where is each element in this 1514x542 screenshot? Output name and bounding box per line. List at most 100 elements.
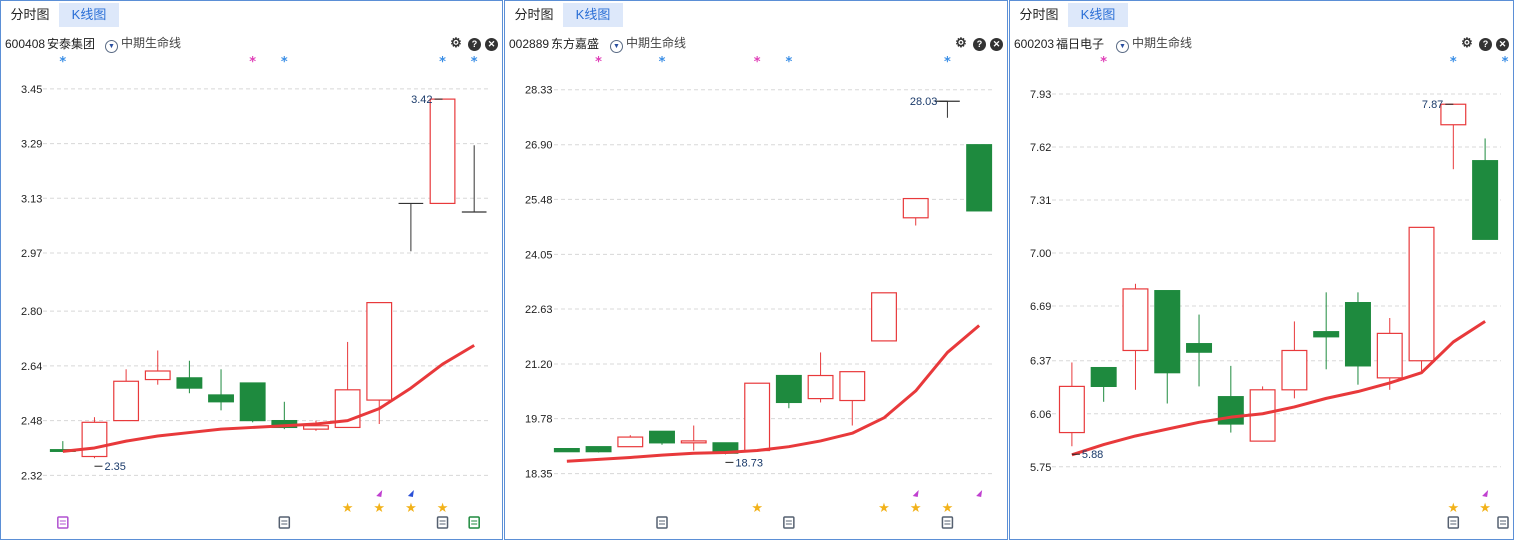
star-icon: ★ [942,501,954,516]
y-tick-label: 7.00 [1030,248,1051,260]
stock-code: 600408 [5,37,46,51]
signal-star-icon: * [785,56,792,70]
kline-chart: 3.45 3.29 3.13 2.97 2.80 2.64 2.48 2.32 3.42 2.35… [21,56,490,529]
candle-body [144,370,171,381]
tab-kline[interactable]: K线图 [563,3,623,27]
y-tick-label: 24.05 [525,249,553,261]
calendar-icon [1447,516,1460,529]
tab-kline[interactable]: K线图 [1068,3,1128,27]
close-icon[interactable]: ✕ [990,38,1003,51]
tab-kline[interactable]: K线图 [59,3,119,27]
candle-body [902,197,929,219]
settings-icon[interactable]: ⚙ [953,35,969,51]
y-tick-label: 2.64 [21,361,42,373]
flag-icon [1482,490,1489,497]
signal-star-icon: * [754,56,761,70]
candle-body [366,302,393,401]
help-icon[interactable]: ? [1479,38,1492,51]
close-icon[interactable]: ✕ [1496,38,1509,51]
stock-title: 600408 安泰集团 [5,35,95,52]
flag-icon [376,490,383,497]
y-tick-label: 7.93 [1030,89,1051,101]
calendar-icon [656,516,668,529]
y-tick-label: 28.33 [525,85,553,97]
star-icon: ★ [1447,501,1459,516]
y-tick-label: 22.63 [525,304,553,316]
signal-star-icon: * [471,56,478,70]
stock-name: 东方嘉盛 [551,37,600,51]
stock-panel-2: 分时图 K线图 002889 东方嘉盛 ▼ 中期生命线 ⚙? ✕ 28.33 26.90… [504,0,1008,540]
signal-star-icon: * [1502,56,1509,70]
y-tick-label: 2.32 [21,470,42,482]
settings-icon[interactable]: ⚙ [448,35,464,51]
candle-body [1281,349,1308,391]
candle-body [1058,385,1085,434]
stock-title: 600203 福日电子 [1014,35,1104,52]
y-tick-label: 3.29 [21,139,42,151]
max-price-label: 28.03 [910,96,938,108]
settings-icon[interactable]: ⚙ [1459,35,1475,51]
indicator-dropdown[interactable]: ▼ 中期生命线 [610,34,686,53]
candle-body [1186,343,1213,353]
flag-icon [912,490,919,497]
toolbar: ⚙? ✕ [444,35,498,51]
candle-body [1313,331,1340,338]
help-icon[interactable]: ? [468,38,481,51]
signal-star-icon: * [595,56,602,70]
chevron-down-icon: ▼ [105,40,118,53]
candle-body [1472,160,1499,240]
chevron-down-icon: ▼ [1116,40,1129,53]
y-tick-label: 18.35 [525,469,553,481]
close-icon[interactable]: ✕ [485,38,498,51]
signal-star-icon: * [439,56,446,70]
indicator-dropdown[interactable]: ▼ 中期生命线 [105,34,181,53]
star-icon: ★ [751,501,763,516]
candle-body [1376,332,1403,379]
tab-bar: 分时图 K线图 [505,1,1007,29]
calendar-icon [436,516,449,529]
candle-body [966,144,993,212]
candle-body [113,380,140,422]
indicator-label: 中期生命线 [1132,36,1193,50]
candle-body [303,425,329,430]
indicator-dropdown[interactable]: ▼ 中期生命线 [1116,34,1192,53]
y-tick-label: 6.06 [1030,409,1051,421]
y-tick-label: 6.69 [1030,301,1051,313]
candle-body [807,374,834,400]
candle-body [1440,103,1467,126]
tab-intraday[interactable]: 分时图 [509,3,559,27]
y-tick-label: 2.48 [21,416,42,428]
tab-intraday[interactable]: 分时图 [1014,3,1064,27]
min-price-label: 5.88 [1082,449,1103,461]
candle-body [1122,288,1149,352]
stock-panel-1: 分时图 K线图 600408 安泰集团 ▼ 中期生命线 ⚙? ✕ 3.45 3.29 3.… [0,0,503,540]
signal-star-icon: * [944,56,951,70]
candle-body [81,421,108,458]
candle-body [1408,226,1435,362]
star-icon: ★ [910,501,922,516]
candle-body [553,448,580,453]
candle-body [1344,302,1371,367]
star-icon: ★ [373,501,385,516]
signal-star-icon: * [281,56,288,70]
help-icon[interactable]: ? [973,38,986,51]
candle-body [617,436,644,448]
max-price-label: 3.42 [411,94,432,106]
calendar-icon [783,516,795,529]
candle-body [871,292,897,342]
star-icon: ★ [1479,501,1491,516]
calendar-icon [941,516,954,529]
stock-title: 002889 东方嘉盛 [509,35,599,52]
calendar-icon [57,516,69,529]
candle-body [176,377,203,389]
signal-star-icon: * [1450,56,1457,70]
signal-star-icon: * [659,56,666,70]
indicator-label: 中期生命线 [626,36,687,50]
tab-intraday[interactable]: 分时图 [5,3,55,27]
kline-chart: 7.93 7.62 7.31 7.00 6.69 6.37 6.06 5.75 7.87 5.88… [1030,56,1509,529]
stock-code: 600203 [1014,37,1055,51]
stock-name: 福日电子 [1056,37,1105,51]
y-tick-label: 5.75 [1030,462,1051,474]
toolbar: ⚙? ✕ [1455,35,1509,51]
y-tick-label: 2.97 [21,248,42,260]
